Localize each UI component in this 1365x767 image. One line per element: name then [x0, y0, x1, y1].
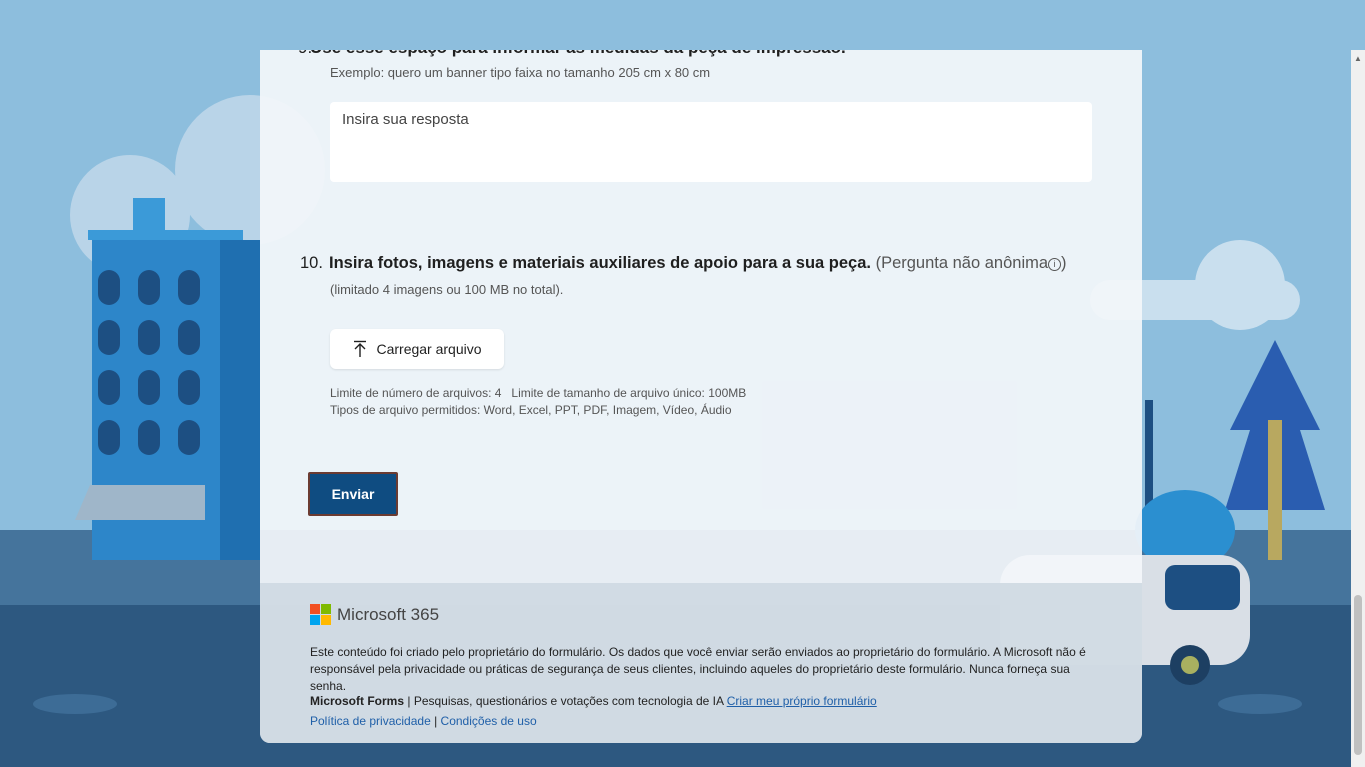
scrollbar-thumb[interactable]	[1354, 595, 1362, 755]
footer: Microsoft 365 Este conteúdo foi criado p…	[260, 583, 1142, 743]
upload-limits-count: Limite de número de arquivos: 4 Limite d…	[330, 386, 747, 400]
question-10-subtitle: (limitado 4 imagens ou 100 MB no total).	[330, 282, 564, 297]
upload-limits: Limite de número de arquivos: 4 Limite d…	[330, 385, 746, 419]
policy-separator: |	[430, 714, 441, 728]
privacy-policy-link[interactable]: Política de privacidade	[310, 714, 431, 728]
forms-tagline-line: Microsoft Forms | Pesquisas, questionári…	[310, 694, 877, 708]
non-anonymous-text: (Pergunta não anônima	[875, 254, 1049, 272]
question-10-number: 10.	[300, 254, 323, 272]
form-card: 9. Use esse espaço para informar as medi…	[260, 50, 1142, 743]
terms-of-use-link[interactable]: Condições de uso	[441, 714, 537, 728]
forms-tagline: Pesquisas, questionários e votações com …	[413, 694, 724, 708]
upload-file-label: Carregar arquivo	[376, 341, 482, 357]
non-anonymous-label: (Pergunta não anônima i)	[876, 254, 1067, 272]
microsoft-logo-icon	[310, 604, 331, 625]
submit-button[interactable]: Enviar	[308, 472, 398, 516]
info-icon[interactable]: i	[1048, 258, 1062, 271]
microsoft-365-brand: Microsoft 365	[337, 604, 440, 624]
upload-limits-types: Tipos de arquivo permitidos: Word, Excel…	[330, 403, 732, 417]
question-10-title: 10. Insira fotos, imagens e materiais aux…	[300, 254, 1120, 273]
scroll-up-arrow-icon[interactable]: ▲	[1354, 54, 1362, 63]
policy-links: Política de privacidade | Condições de u…	[310, 714, 537, 728]
microsoft-365-logo: Microsoft 365	[310, 604, 439, 625]
question-10-text: Insira fotos, imagens e materiais auxili…	[329, 254, 871, 272]
question-9-title: Use esse espaço para informar as medidas…	[310, 50, 1110, 58]
footer-disclaimer: Este conteúdo foi criado pelo proprietár…	[310, 645, 1086, 693]
forms-separator: |	[404, 694, 414, 708]
page-scrollbar[interactable]: ▲	[1351, 50, 1365, 767]
non-anonymous-close: )	[1061, 254, 1067, 272]
answer-textbox[interactable]: Insira sua resposta	[330, 102, 1092, 182]
create-form-link[interactable]: Criar meu próprio formulário	[727, 694, 877, 708]
question-9-subtitle: Exemplo: quero um banner tipo faixa no t…	[330, 65, 711, 80]
forms-brand: Microsoft Forms	[310, 694, 405, 708]
upload-file-button[interactable]: Carregar arquivo	[330, 329, 504, 369]
upload-icon	[354, 340, 367, 357]
